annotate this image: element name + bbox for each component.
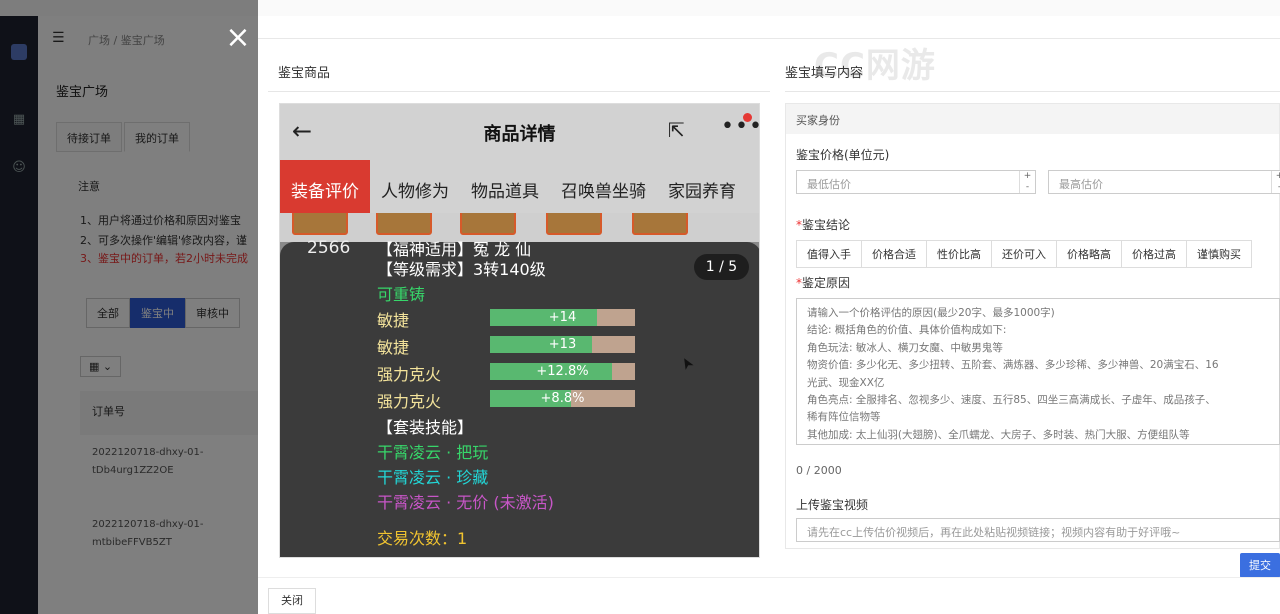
product-screenshot: ← 商品详情 ⇱ ••• 装备评价 人物修为 物品道具 召唤兽坐骑 家园养育 2… [279,103,760,558]
conclusion-option[interactable]: 价格合适 [861,240,927,268]
image-pager: 1 / 5 [694,254,749,280]
min-price-stepper[interactable]: + - [1019,171,1035,193]
attr-bar: +12.8% [490,363,635,380]
conclusion-option[interactable]: 价格过高 [1121,240,1187,268]
attr-name: 强力克火 [377,392,442,411]
item-thumbnail [292,213,348,235]
item-line: 干霄凌云 · 珍藏 [377,468,489,487]
product-panel: 鉴宝商品 ← 商品详情 ⇱ ••• 装备评价 人物修为 物品道具 召唤兽坐骑 家… [268,46,770,558]
notification-dot-icon [743,113,752,122]
item-thumbnail [460,213,516,235]
reason-placeholder-line: 角色玩法: 敏冰人、横刀女魔、中敏男鬼等 [807,341,1003,354]
attr-value: +12.8% [536,364,589,379]
item-detail-card: 2566 【福神适用】冤 龙 仙 【等级需求】3转140级 1 / 5 可重铸 … [280,238,759,557]
reason-label: *鉴定原因 [796,276,851,290]
appraisal-form-panel: 鉴宝填写内容 买家身份 鉴宝价格(单位元) 最低估价 +- 最高估价 +- *鉴… [785,46,1280,549]
reason-placeholder-line: 光武、现金XX亿 [807,376,885,389]
screen: ▦ ☺ ☰ 广场 / 鉴宝广场 鉴宝广场 待接订单 我的订单 注意 1、用户将通… [0,0,1280,614]
phone-tab-character: 人物修为 [381,182,449,202]
conclusion-option[interactable]: 还价可入 [991,240,1057,268]
conclusion-option[interactable]: 性价比高 [926,240,992,268]
item-line: 可重铸 [377,285,426,304]
attr-bar: +13 [490,336,635,353]
phone-tab-home: 家园养育 [668,182,736,202]
product-section-title: 鉴宝商品 [268,46,770,92]
item-line: 交易次数：1 [377,529,468,548]
item-line: 干霄凌云 · 把玩 [377,443,489,462]
reason-placeholder-line: 稀有阵位信物等 [807,411,881,424]
max-price-stepper[interactable]: +- [1271,171,1280,193]
phone-header: ← 商品详情 ⇱ ••• [280,104,759,160]
buyer-identity-band: 买家身份 [786,104,1279,134]
item-thumbnail [376,213,432,235]
attr-name: 强力克火 [377,365,442,384]
attr-bar: +8.8% [490,390,635,407]
submit-button[interactable]: 提交 [1240,553,1280,578]
form-section-title: 鉴宝填写内容 [785,46,1280,92]
reason-placeholder-line: 请输入一个价格评估的原因(最少20字、最多1000字) [807,307,1055,319]
item-line: 【等级需求】3转140级 [377,260,546,279]
divider [258,38,1280,39]
appraisal-form: 买家身份 鉴宝价格(单位元) 最低估价 +- 最高估价 +- *鉴宝结论 值得入… [785,103,1280,549]
phone-tabs: 装备评价 人物修为 物品道具 召唤兽坐骑 家园养育 [280,160,759,213]
item-line: 【套装技能】 [377,418,474,437]
close-button[interactable]: 关闭 [268,588,316,614]
min-price-placeholder: 最低估价 [807,178,851,191]
conclusion-option[interactable]: 价格略高 [1056,240,1122,268]
reason-placeholder-line: 其他加成: 太上仙羽(大翅膀)、全爪蠕龙、大房子、多时装、热门大服、方便组队等 [807,428,1190,441]
phone-body: 2566 【福神适用】冤 龙 仙 【等级需求】3转140级 1 / 5 可重铸 … [280,238,759,557]
conclusion-option[interactable]: 值得入手 [796,240,862,268]
attr-name: 敏捷 [377,338,410,357]
attr-bar: +14 [490,309,635,326]
conclusion-label: *鉴宝结论 [796,218,851,232]
attr-name: 敏捷 [377,311,410,330]
video-link-placeholder: 请先在cc上传估价视频后，再在此处粘贴视频链接；视频内容有助于好评哦~ [807,526,1181,539]
conclusion-option[interactable]: 谨慎购买 [1186,240,1252,268]
phone-tab-items: 物品道具 [471,182,539,202]
appraisal-drawer: 鉴宝商品 ← 商品详情 ⇱ ••• 装备评价 人物修为 物品道具 召唤兽坐骑 家… [258,16,1280,614]
max-price-placeholder: 最高估价 [1059,178,1103,191]
divider [258,577,1280,578]
reason-placeholder-line: 角色亮点: 全服排名、忽视多少、速度、五行85、四坐三高满成长、子虚年、成品孩子… [807,394,1216,407]
reason-placeholder-line: 结论: 概括角色的价值、具体价值构成如下: [807,324,1007,337]
more-icon: ••• [721,114,760,139]
share-icon: ⇱ [668,118,685,142]
drawer-close-icon[interactable]: × [224,23,252,53]
min-price-input[interactable]: 最低估价 + - [796,170,1036,194]
attr-value: +14 [548,310,577,325]
item-line: 干霄凌云 · 无价 (未激活) [377,493,554,512]
max-price-input[interactable]: 最高估价 +- [1048,170,1280,194]
video-label: 上传鉴宝视频 [796,498,869,512]
price-label: 鉴宝价格(单位元) [796,148,890,162]
item-thumbnail [632,213,688,235]
phone-title: 商品详情 [483,124,556,145]
reason-placeholder-line: 物资价值: 多少化无、多少扭转、五阶套、满炼器、多少珍稀、多少神兽、20满宝石、… [807,359,1219,372]
modal-overlay[interactable] [0,0,258,614]
video-link-input[interactable]: 请先在cc上传估价视频后，再在此处粘贴视频链接；视频内容有助于好评哦~ [796,518,1280,542]
attr-value: +13 [548,337,577,352]
attr-value: +8.8% [540,391,585,406]
reason-char-counter: 0 / 2000 [796,464,842,477]
item-thumbnail [546,213,602,235]
item-count: 2566 [307,238,351,258]
conclusion-options: 值得入手 价格合适 性价比高 还价可入 价格略高 价格过高 谨慎购买 [796,240,1252,268]
phone-tab-pets: 召唤兽坐骑 [561,182,646,202]
phone-tab-equipment: 装备评价 [280,160,370,213]
reason-textarea[interactable]: 请输入一个价格评估的原因(最少20字、最多1000字) 结论: 概括角色的价值、… [796,298,1280,445]
